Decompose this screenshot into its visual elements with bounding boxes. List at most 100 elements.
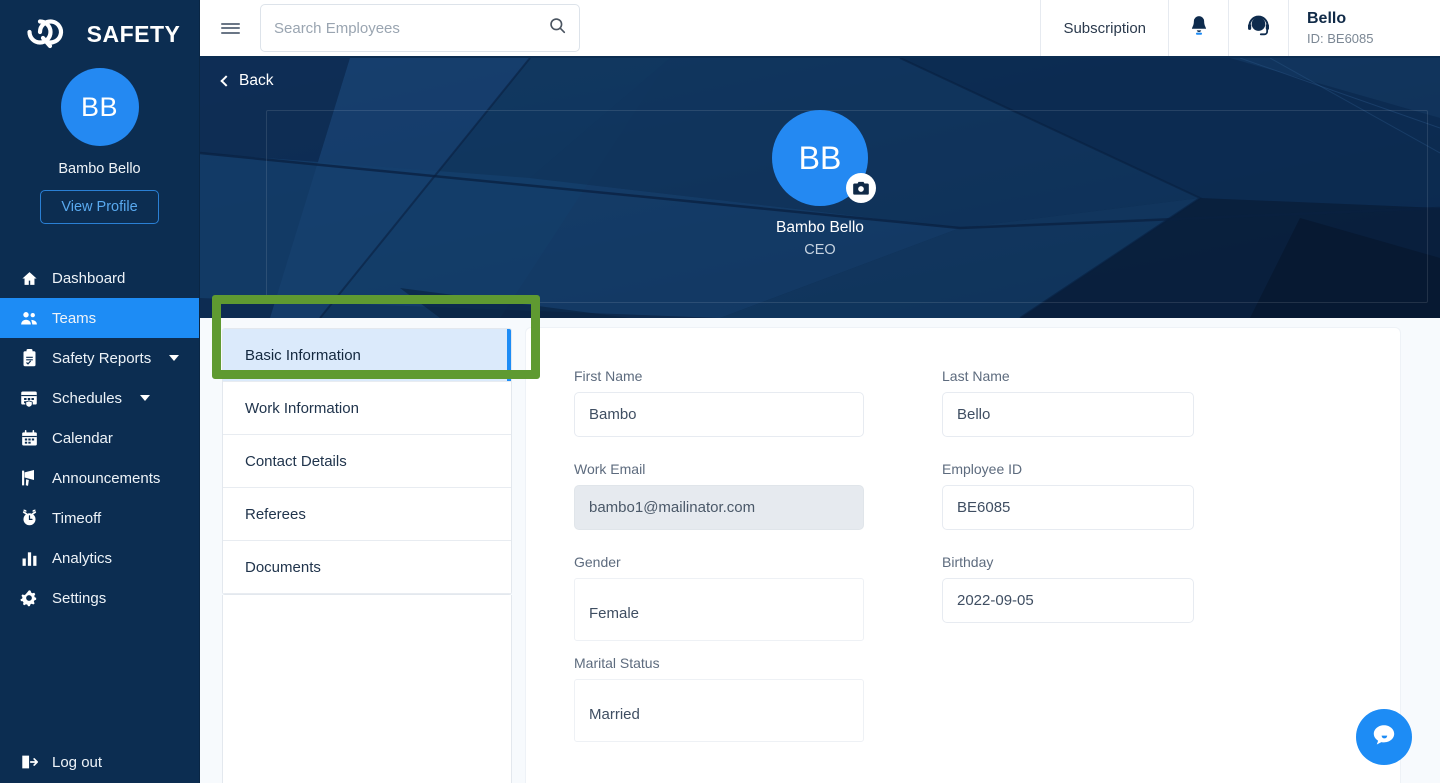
sidebar-profile-name: Bambo Bello — [0, 161, 199, 177]
hero-profile: BB Bambo Bello CEO — [200, 110, 1440, 258]
tabs-column: Basic Information Work Information Conta… — [222, 328, 512, 783]
sidebar-nav: Dashboard Teams Safety Reports Sche — [0, 258, 199, 618]
tabs-card: Basic Information Work Information Conta… — [222, 328, 512, 595]
marital-status-label: Marital Status — [574, 655, 864, 671]
qc-logo-icon — [19, 12, 81, 57]
sidebar-item-label: Schedules — [52, 390, 122, 407]
headset-icon — [1246, 13, 1271, 43]
content-row: Basic Information Work Information Conta… — [200, 318, 1440, 783]
sidebar-item-label: Settings — [52, 590, 106, 607]
tab-label: Basic Information — [245, 347, 361, 364]
employee-id-input[interactable] — [942, 485, 1194, 530]
hero-avatar-wrap: BB — [772, 110, 868, 206]
search-input[interactable] — [274, 20, 549, 37]
clipboard-check-icon — [20, 349, 38, 367]
tab-documents[interactable]: Documents — [223, 541, 511, 594]
sidebar-item-label: Calendar — [52, 430, 113, 447]
first-name-input[interactable] — [574, 392, 864, 437]
alarm-clock-icon — [20, 509, 38, 527]
last-name-input[interactable] — [942, 392, 1194, 437]
marital-status-field: Marital Status — [574, 655, 864, 742]
gear-icon — [20, 589, 38, 607]
search-wrap — [260, 0, 580, 56]
sidebar-item-timeoff[interactable]: Timeoff — [0, 498, 199, 538]
hero-name: Bambo Bello — [776, 219, 864, 237]
users-icon — [20, 309, 38, 327]
work-email-input — [574, 485, 864, 530]
birthday-label: Birthday — [942, 554, 1194, 570]
basic-information-form: First Name Last Name Work Email Employee… — [526, 328, 1400, 783]
sidebar-item-analytics[interactable]: Analytics — [0, 538, 199, 578]
chevron-down-icon — [140, 395, 150, 401]
sidebar-item-dashboard[interactable]: Dashboard — [0, 258, 199, 298]
employee-id-field: Employee ID — [942, 461, 1194, 530]
chevron-left-icon — [220, 75, 231, 86]
sidebar-item-label: Analytics — [52, 550, 112, 567]
tabs-empty-panel — [222, 595, 512, 783]
sidebar-item-label: Safety Reports — [52, 350, 151, 367]
logout-icon — [20, 753, 38, 771]
birthday-field: Birthday — [942, 554, 1194, 631]
gender-label: Gender — [574, 554, 864, 570]
bar-chart-icon — [20, 549, 38, 567]
gender-select[interactable] — [574, 578, 864, 641]
brand-logo[interactable]: SAFETY — [0, 0, 199, 62]
bell-icon — [1188, 14, 1210, 43]
sidebar-item-safety-reports[interactable]: Safety Reports — [0, 338, 199, 378]
tab-basic-information[interactable]: Basic Information — [223, 329, 511, 382]
support-button[interactable] — [1228, 0, 1288, 56]
tab-label: Work Information — [245, 400, 359, 417]
chat-bubble-icon — [1371, 722, 1397, 753]
tab-referees[interactable]: Referees — [223, 488, 511, 541]
user-menu[interactable]: Bello ID: BE6085 — [1288, 0, 1440, 56]
employee-id-label: Employee ID — [942, 461, 1194, 477]
user-id: ID: BE6085 — [1307, 31, 1418, 46]
subscription-button[interactable]: Subscription — [1040, 0, 1168, 56]
main-area: Subscription — [200, 0, 1440, 783]
back-button[interactable]: Back — [222, 72, 273, 90]
user-name: Bello — [1307, 10, 1418, 28]
sidebar-item-label: Teams — [52, 310, 96, 327]
work-email-label: Work Email — [574, 461, 864, 477]
sidebar-item-announcements[interactable]: Announcements — [0, 458, 199, 498]
avatar: BB — [61, 68, 139, 146]
tab-contact-details[interactable]: Contact Details — [223, 435, 511, 488]
logout-button[interactable]: Log out — [0, 753, 102, 771]
hero-role: CEO — [804, 242, 835, 258]
calendar-shield-icon — [20, 389, 38, 407]
camera-icon[interactable] — [846, 173, 876, 203]
tab-work-information[interactable]: Work Information — [223, 382, 511, 435]
gender-field: Gender — [574, 554, 864, 641]
sidebar-item-teams[interactable]: Teams — [0, 298, 199, 338]
brand-name: SAFETY — [87, 21, 181, 48]
megaphone-icon — [20, 469, 38, 487]
chat-widget-button[interactable] — [1356, 709, 1412, 765]
chevron-down-icon — [169, 355, 179, 361]
home-icon — [20, 269, 38, 287]
work-email-field: Work Email — [574, 461, 864, 530]
hamburger-icon[interactable] — [200, 0, 260, 56]
sidebar: SAFETY BB Bambo Bello View Profile Dashb… — [0, 0, 200, 783]
birthday-input[interactable] — [942, 578, 1194, 623]
search-icon[interactable] — [549, 17, 566, 39]
tab-label: Referees — [245, 506, 306, 523]
notifications-button[interactable] — [1168, 0, 1228, 56]
tab-label: Documents — [245, 559, 321, 576]
logout-label: Log out — [52, 754, 102, 771]
view-profile-button[interactable]: View Profile — [40, 190, 158, 224]
back-label: Back — [239, 72, 273, 90]
sidebar-item-label: Timeoff — [52, 510, 101, 527]
first-name-field: First Name — [574, 368, 864, 437]
app-root: SAFETY BB Bambo Bello View Profile Dashb… — [0, 0, 1440, 783]
search-box[interactable] — [260, 4, 580, 52]
sidebar-profile: BB Bambo Bello View Profile — [0, 62, 199, 224]
form-grid: First Name Last Name Work Email Employee… — [574, 368, 1194, 756]
hero-banner: Back BB Bambo Bello CEO — [200, 58, 1440, 318]
first-name-label: First Name — [574, 368, 864, 384]
last-name-field: Last Name — [942, 368, 1194, 437]
sidebar-item-schedules[interactable]: Schedules — [0, 378, 199, 418]
sidebar-item-calendar[interactable]: Calendar — [0, 418, 199, 458]
sidebar-item-settings[interactable]: Settings — [0, 578, 199, 618]
topbar: Subscription — [200, 0, 1440, 58]
marital-status-select[interactable] — [574, 679, 864, 742]
